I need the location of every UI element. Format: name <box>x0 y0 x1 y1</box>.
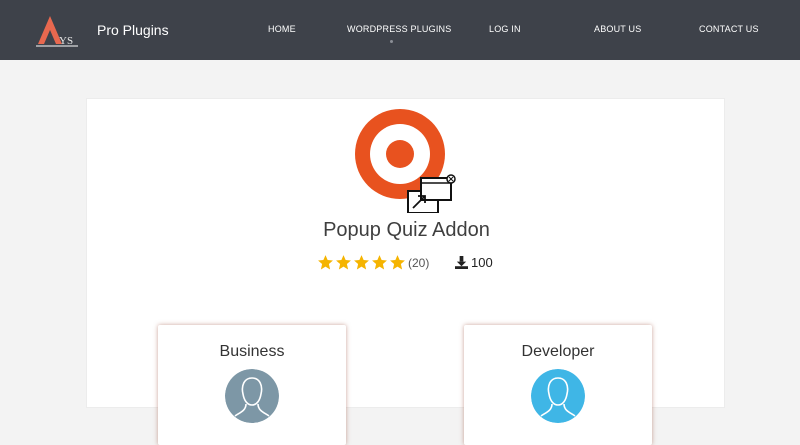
user-avatar-icon <box>225 369 279 423</box>
nav-dropdown-indicator-icon <box>390 40 393 43</box>
product-title: Popup Quiz Addon <box>323 219 490 241</box>
rating-count: (20) <box>408 256 430 270</box>
plan-card-developer[interactable]: Developer <box>464 325 652 445</box>
nav-item-about-us[interactable]: ABOUT US <box>594 24 641 34</box>
star-icon <box>354 255 369 270</box>
star-icon <box>318 255 333 270</box>
rating-stars[interactable] <box>317 254 406 271</box>
download-count-value: 100 <box>471 255 493 270</box>
nav-item-log-in[interactable]: LOG IN <box>489 24 521 34</box>
main-nav: HOME WORDPRESS PLUGINS LOG IN ABOUT US C… <box>0 0 800 60</box>
nav-item-contact-us[interactable]: CONTACT US <box>699 24 759 34</box>
nav-item-home[interactable]: HOME <box>268 24 296 34</box>
product-meta: (20) 100 <box>317 254 517 274</box>
star-icon <box>336 255 351 270</box>
target-popup-icon <box>355 109 456 213</box>
download-icon <box>455 256 468 269</box>
product-card: Popup Quiz Addon (20) 100 Business Devel… <box>86 98 725 445</box>
user-avatar-icon <box>531 369 585 423</box>
plan-title: Developer <box>521 343 595 360</box>
top-navigation-bar: YS Pro Plugins HOME WORDPRESS PLUGINS LO… <box>0 0 800 60</box>
nav-item-wordpress-plugins[interactable]: WORDPRESS PLUGINS <box>347 24 451 34</box>
plan-card-business[interactable]: Business <box>158 325 346 445</box>
plan-title: Business <box>219 343 285 360</box>
star-icon <box>372 255 387 270</box>
download-count: 100 <box>455 255 493 270</box>
star-icon <box>390 255 405 270</box>
